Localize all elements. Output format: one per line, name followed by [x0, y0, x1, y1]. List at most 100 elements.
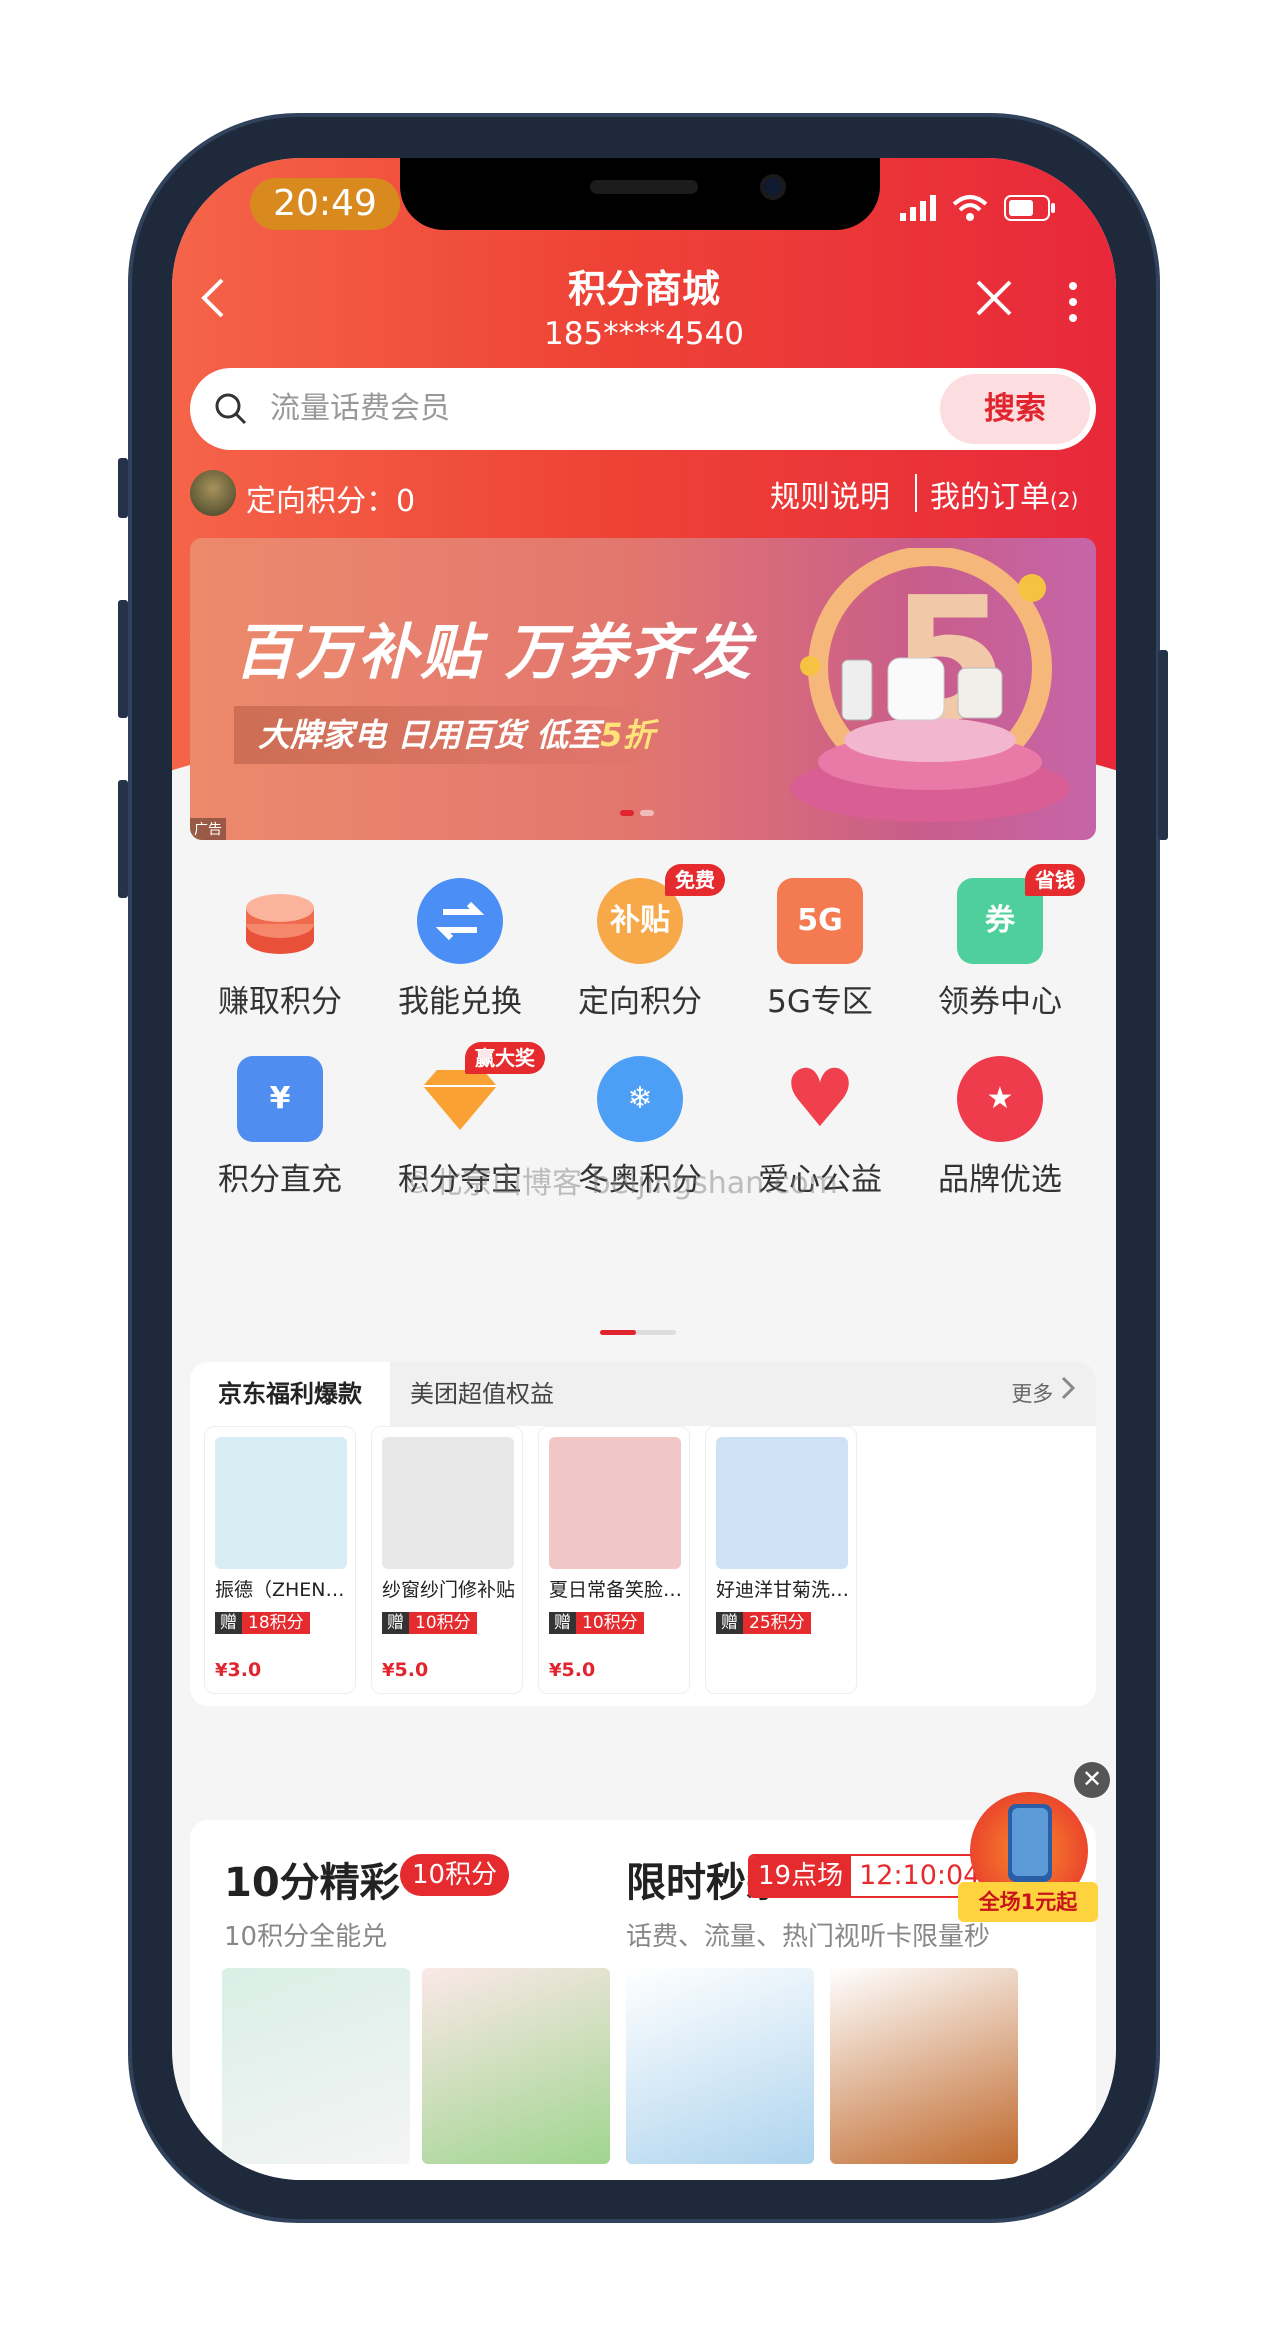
my-orders-label: 我的订单	[930, 480, 1050, 515]
recharge-phone-glyph: ¥	[269, 1081, 291, 1116]
more-menu-button[interactable]	[1068, 282, 1078, 322]
promo-banner[interactable]: 百万补贴 万券齐发 大牌家电 日用百货 低至5折 5 广告	[190, 538, 1096, 840]
banner-subline-text: 大牌家电 日用百货 低至	[258, 716, 601, 754]
gift-points: 10积分	[409, 1612, 477, 1634]
gift-label: 赠	[716, 1612, 743, 1634]
ad-tag: 广告	[190, 818, 226, 840]
banner-dot-active[interactable]	[620, 810, 634, 816]
quick-entry-coupon[interactable]: 券省钱 领券中心	[910, 864, 1090, 1021]
quick-entry-5g-phone[interactable]: 5G 5G专区	[730, 878, 910, 1021]
subsidy-bag-icon: 补贴 免费	[597, 864, 725, 964]
close-promo-button[interactable]: ✕	[1074, 1762, 1110, 1798]
product-image	[716, 1437, 848, 1569]
my-orders-count: (2)	[1050, 488, 1079, 512]
currency-symbol: ¥	[549, 1660, 562, 1681]
coupon-icon: 券省钱	[957, 864, 1085, 964]
product-thumb-mosquito[interactable]	[422, 1968, 610, 2164]
side-button-volume-down	[118, 780, 128, 898]
product-card[interactable]: 振德（ZHENDE）医用口罩赠18积分 ¥3.0	[204, 1426, 356, 1694]
recharge-phone-icon: ¥	[237, 1056, 323, 1142]
quick-entry-subsidy-bag[interactable]: 补贴 免费定向积分	[550, 864, 730, 1021]
close-icon	[976, 280, 1012, 316]
more-vertical-icon	[1069, 282, 1077, 322]
quick-entry-label: 积分直充	[218, 1162, 342, 1198]
subsidy-bag-glyph: 补贴	[610, 903, 670, 938]
banner-dot[interactable]	[640, 810, 654, 816]
star-badge-glyph: ★	[986, 1081, 1014, 1116]
promo-badge: 省钱	[1025, 864, 1085, 896]
product-name: 夏日常备笑脸驱蚊贴	[549, 1579, 689, 1601]
tab-jd-welfare[interactable]: 京东福利爆款	[190, 1362, 390, 1426]
banner-subline: 大牌家电 日用百货 低至5折	[234, 706, 666, 764]
promo-badge: 免费	[665, 864, 725, 896]
points-gift-tag: 赠 10积分	[549, 1605, 644, 1641]
product-name: 振德（ZHENDE）医用口罩	[215, 1579, 355, 1601]
product-card[interactable]: 夏日常备笑脸驱蚊贴赠10积分 ¥5.0	[538, 1426, 690, 1694]
floating-promo[interactable]: 全场1元起 ✕	[958, 1762, 1110, 1922]
close-button[interactable]	[972, 276, 1016, 324]
divider	[915, 474, 917, 512]
side-button-mute	[118, 458, 128, 518]
directed-points-label: 定向积分：0	[246, 484, 416, 519]
price-value: 3.0	[227, 1659, 262, 1681]
search-bar[interactable]: 流量话费会员 搜索	[190, 368, 1096, 450]
search-icon	[215, 393, 247, 425]
grid-pager	[600, 1330, 676, 1335]
status-icons	[900, 194, 1056, 222]
speaker	[590, 180, 698, 194]
product-image	[549, 1437, 681, 1569]
banner-discount: 5折	[600, 716, 655, 754]
ten-points-pill: 10积分	[400, 1854, 510, 1896]
notch	[400, 158, 880, 230]
points-gift-tag: 赠 25积分	[716, 1605, 811, 1641]
banner-headline: 百万补贴 万券齐发	[234, 618, 753, 688]
side-button-power	[1158, 650, 1168, 840]
search-button[interactable]: 搜索	[940, 374, 1090, 444]
quick-entry-recharge-phone[interactable]: ¥ 积分直充	[190, 1056, 370, 1199]
gift-label: 赠	[549, 1612, 576, 1634]
front-camera	[760, 174, 786, 200]
product-price: ¥5.0	[549, 1659, 595, 1681]
currency-symbol: ¥	[382, 1660, 395, 1681]
banner-pagination	[620, 810, 654, 816]
banner-stage-illustration: 5	[790, 548, 1070, 822]
quick-entry-exchange[interactable]: 我能兑换	[370, 878, 550, 1021]
product-image	[382, 1437, 514, 1569]
snowflake-glyph: ❄	[627, 1081, 653, 1116]
product-thumb-disinfectant[interactable]	[830, 1968, 1018, 2164]
more-label: 更多	[1011, 1382, 1054, 1406]
price-value: 5.0	[394, 1659, 429, 1681]
search-input[interactable]: 流量话费会员	[270, 368, 870, 450]
tab-meituan[interactable]: 美团超值权益	[410, 1362, 554, 1426]
gift-points: 18积分	[242, 1612, 310, 1634]
gift-points: 10积分	[576, 1612, 644, 1634]
promo-badge: 赢大奖	[465, 1042, 545, 1074]
quick-entry-label: 定向积分	[578, 984, 702, 1020]
product-thumb-massager[interactable]	[222, 1968, 410, 2164]
wifi-icon	[952, 195, 988, 221]
avatar[interactable]	[190, 470, 236, 516]
quick-entry-coins-stack[interactable]: 赚取积分	[190, 878, 370, 1021]
my-orders-link[interactable]: 我的订单(2)	[930, 472, 1078, 516]
product-price: ¥3.0	[215, 1659, 261, 1681]
status-time: 20:49	[250, 178, 400, 230]
product-thumb-wipes[interactable]	[626, 1968, 814, 2164]
more-link[interactable]: 更多	[1011, 1362, 1076, 1426]
heart-icon: ♥	[777, 1056, 863, 1142]
flash-countdown: 19点场 12:10:04	[748, 1854, 991, 1898]
ten-points-title[interactable]: 10分精彩	[224, 1850, 400, 1908]
gift-points: 25积分	[743, 1612, 811, 1634]
product-card[interactable]: 好迪洋甘菊洗手液赠 25积分	[705, 1426, 857, 1694]
rules-link[interactable]: 规则说明	[770, 472, 890, 516]
phone-screen: 20:49 积分商城 185****4540 流量话费会员 搜索 定向积分：0 …	[172, 158, 1116, 2180]
chevron-right-icon	[1061, 1376, 1076, 1400]
promo-label: 全场1元起	[958, 1882, 1098, 1922]
quick-entry-label: 赚取积分	[218, 984, 342, 1020]
snowflake-icon: ❄	[597, 1056, 683, 1142]
battery-icon	[1004, 195, 1055, 221]
quick-entry-star-badge[interactable]: ★ 品牌优选	[910, 1056, 1090, 1199]
ten-points-subtitle: 10积分全能兑	[224, 1922, 388, 1952]
signal-icon	[900, 195, 936, 221]
product-card[interactable]: 纱窗纱门修补贴赠 10积分 ¥5.0	[371, 1426, 523, 1694]
points-gift-tag: 赠 18积分	[215, 1605, 310, 1641]
